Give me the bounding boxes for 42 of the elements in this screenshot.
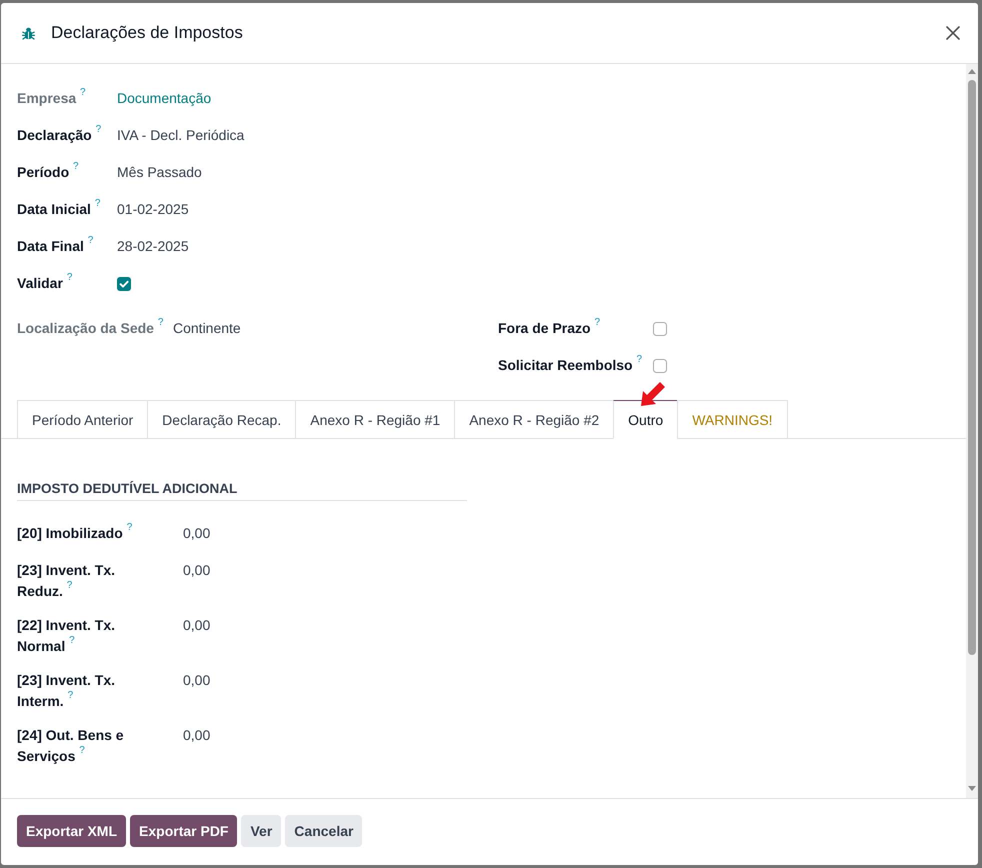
field-value: 28-02-2025 [117, 238, 189, 254]
scrollbar-thumb[interactable] [968, 80, 976, 655]
field-label: Validar $^{?}$ [17, 273, 72, 293]
tab[interactable]: Período Anterior [17, 400, 148, 439]
field-label: [23] Invent. Tx. Interm. $^{?}$ [17, 671, 116, 711]
scroll-up-icon[interactable] [968, 69, 976, 74]
field-value: IVA - Decl. Periódica [117, 127, 244, 143]
field-label: [22] Invent. Tx. Normal $^{?}$ [17, 616, 116, 656]
field-label: [24] Out. Bens e Serviços $^{?}$ [17, 726, 125, 766]
dialog-title: Declarações de Impostos [51, 23, 244, 43]
field-label: Empresa $^{?}$ [17, 88, 86, 108]
field-value: 0,00 [183, 672, 210, 688]
field-label: Período $^{?}$ [17, 162, 79, 182]
field-value: Mês Passado [117, 164, 202, 180]
section-title: IMPOSTO DEDUTÍVEL ADICIONAL [17, 481, 467, 501]
field-link[interactable]: Documentação [117, 90, 212, 106]
field-value: 0,00 [183, 617, 210, 633]
dialog-button[interactable]: Ver [241, 815, 282, 847]
field-value: 0,00 [183, 727, 210, 743]
checkbox[interactable] [653, 322, 667, 336]
field-value: 01-02-2025 [117, 201, 189, 217]
scroll-down-icon[interactable] [968, 786, 976, 791]
field-label: Localização da Sede $^{?}$ [17, 318, 164, 338]
dialog-button[interactable]: Cancelar [285, 815, 362, 847]
dialog-button[interactable]: Exportar XML [17, 815, 126, 847]
tab[interactable]: WARNINGS! [677, 400, 788, 439]
field-value: Continente [173, 320, 241, 336]
field-value: 0,00 [183, 525, 210, 541]
field-label: [20] Imobilizado $^{?}$ [17, 523, 132, 543]
dialog-button[interactable]: Exportar PDF [130, 815, 238, 847]
field-label: Declaração $^{?}$ [17, 125, 102, 145]
checkbox[interactable] [653, 358, 667, 372]
tab[interactable]: Outro [613, 400, 678, 439]
field-label: Data Inicial $^{?}$ [17, 199, 100, 219]
field-label: Fora de Prazo $^{?}$ [498, 318, 600, 338]
field-value: 0,00 [183, 562, 210, 578]
checkbox[interactable] [117, 276, 131, 290]
field-label: [23] Invent. Tx. Reduz. $^{?}$ [17, 561, 116, 601]
bug-icon [22, 26, 35, 40]
close-icon[interactable] [946, 26, 960, 40]
field-label: Solicitar Reembolso $^{?}$ [498, 355, 642, 375]
field-label: Data Final $^{?}$ [17, 236, 94, 256]
